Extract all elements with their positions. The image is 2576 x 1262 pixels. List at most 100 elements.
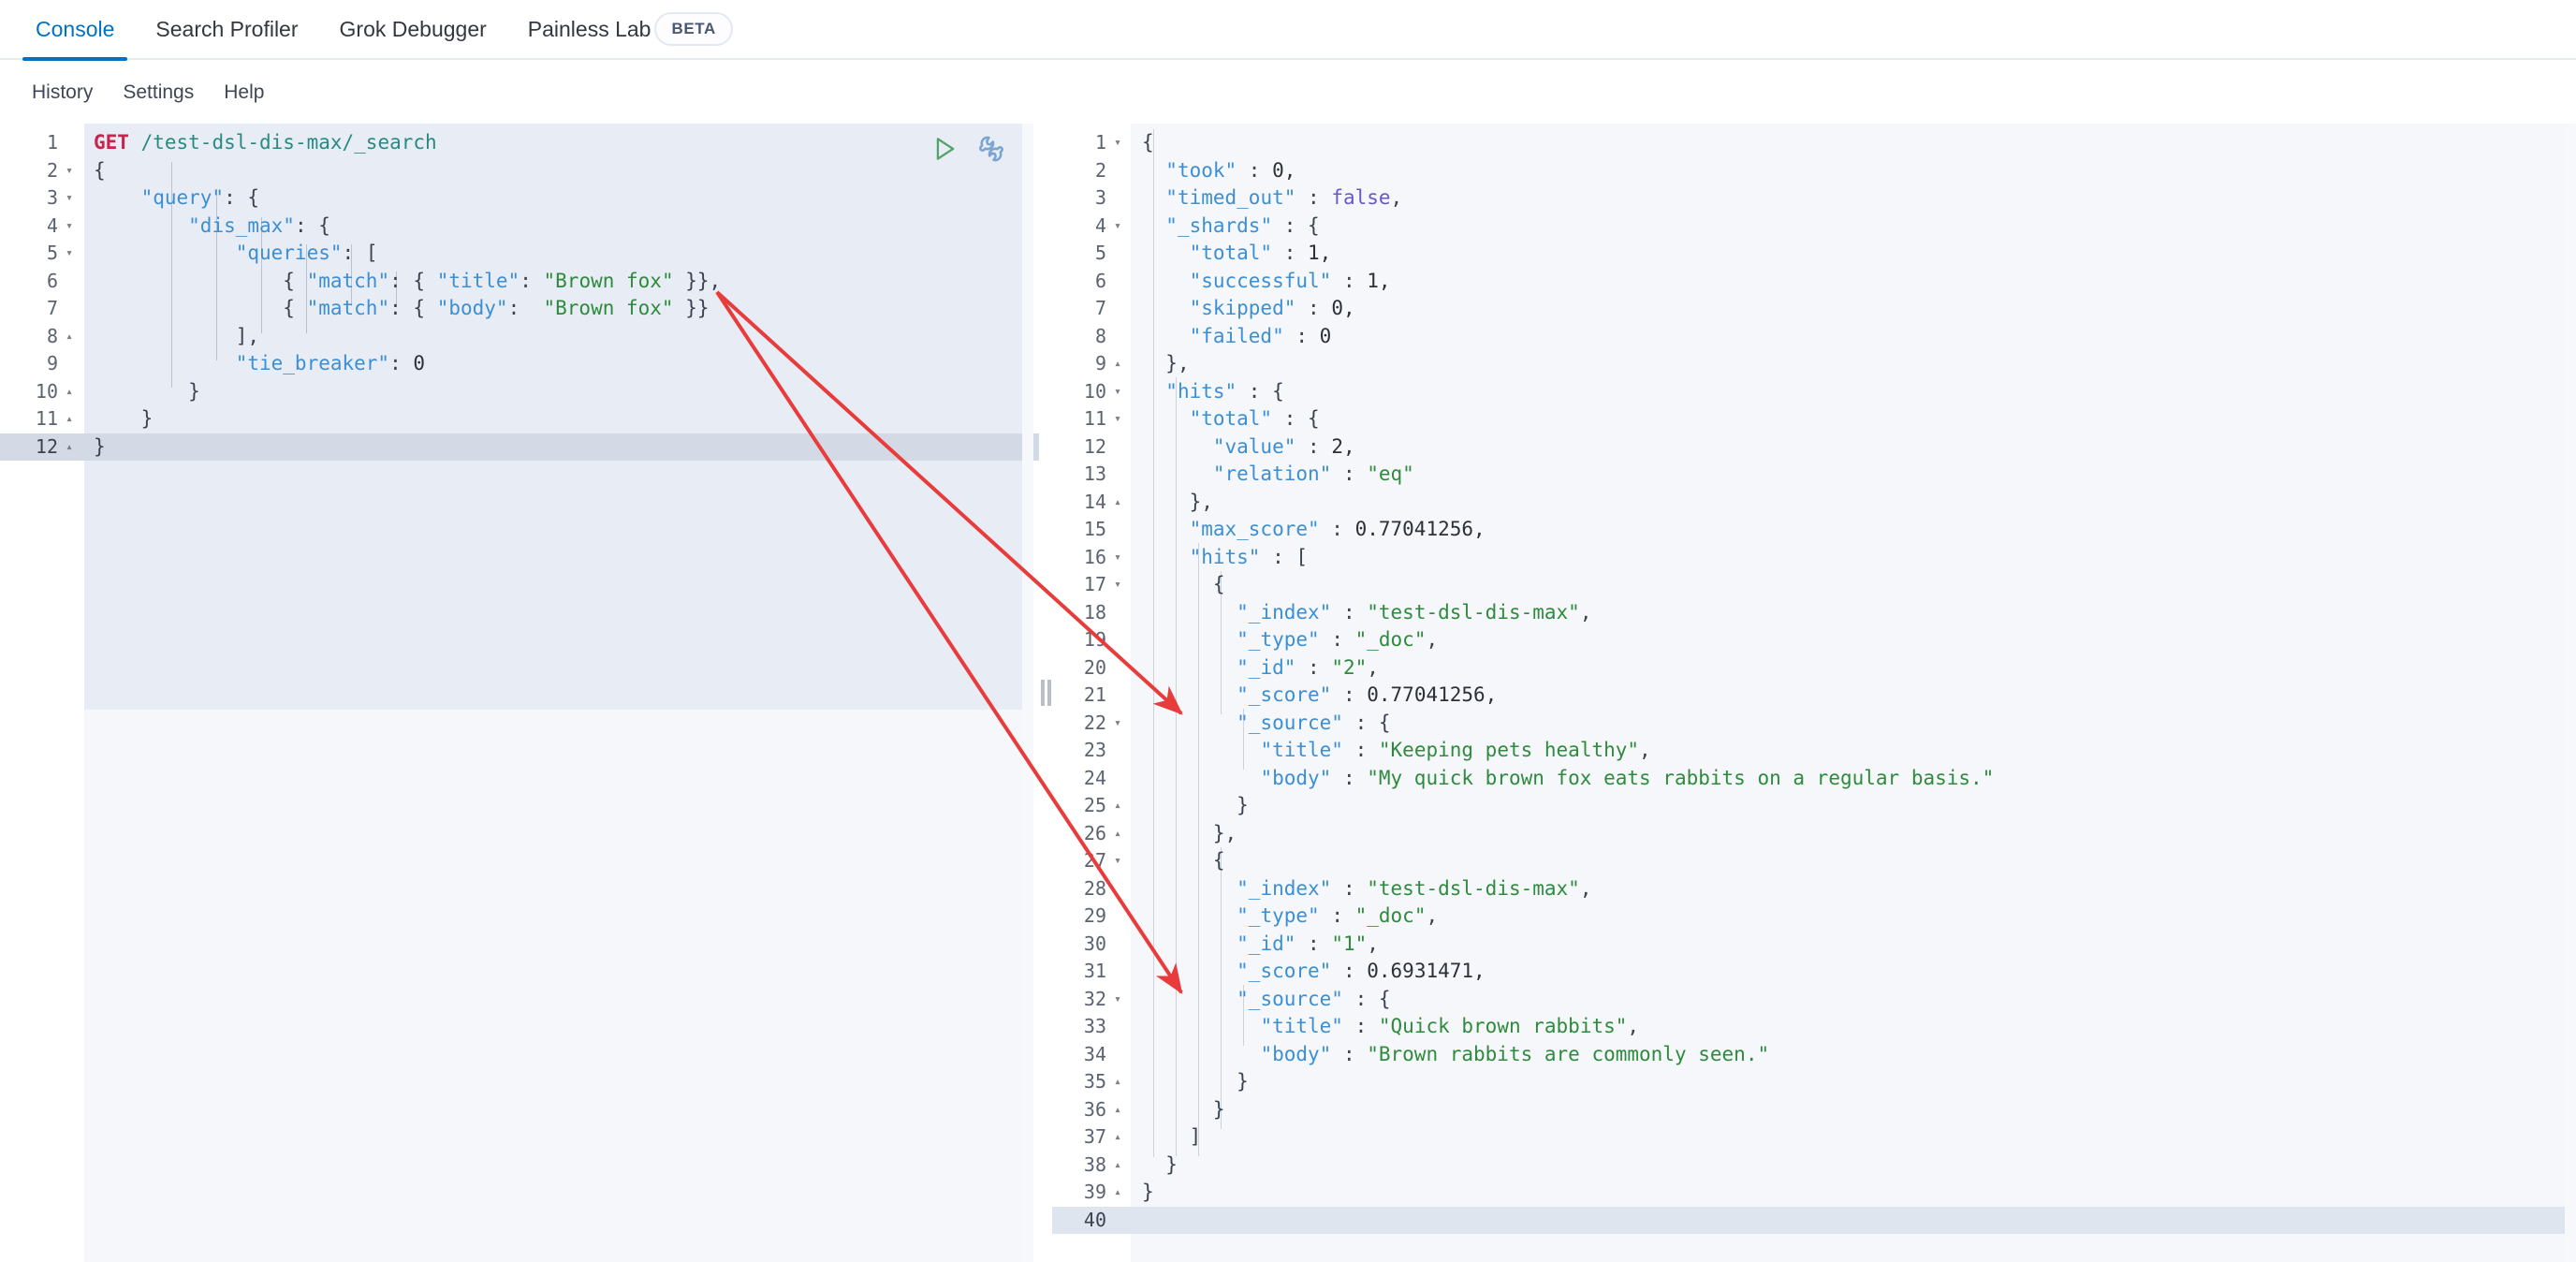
code-line[interactable]: 11 ▴ } [0,405,1039,433]
code-line[interactable]: 31 "_score" : 0.6931471, [1052,958,2576,986]
response-editor[interactable]: 1 ▾{2 "took" : 0, 3 "timed_out" : false, 4 ▾… [1052,124,2576,1262]
code-line[interactable]: 3 "timed_out" : false, [1052,184,2576,213]
code-line[interactable]: 33 "title" : "Quick brown rabbits", [1052,1013,2576,1041]
code-line[interactable]: 9 ▴ }, [1052,350,2576,378]
code-line[interactable]: 8 ▴ ], [0,323,1039,351]
code-line-text: "_index" : "test-dsl-dis-max", [1237,876,1592,900]
code-line[interactable]: 4 ▾ "dis_max": { [0,213,1039,241]
fold-close-icon[interactable]: ▴ [1108,1152,1127,1180]
fold-open-icon[interactable]: ▾ [60,184,79,213]
code-line[interactable]: 15 "max_score" : 0.77041256, [1052,516,2576,544]
code-line-text: "value" : 2, [1212,434,1355,458]
fold-open-icon[interactable]: ▾ [1108,129,1127,157]
tab-search-profiler[interactable]: Search Profiler [135,0,318,59]
tab-painless-lab[interactable]: Painless Lab BETA [507,0,754,59]
code-line[interactable]: 13 "relation" : "eq" [1052,461,2576,489]
fold-open-icon[interactable]: ▾ [60,213,79,241]
code-line[interactable]: 21 "_score" : 0.77041256, [1052,682,2576,710]
code-line[interactable]: 34 "body" : "Brown rabbits are commonly … [1052,1041,2576,1069]
request-editor[interactable]: 1 GET /test-dsl-dis-max/_search 2 ▾{3 ▾ "que… [0,124,1039,1262]
code-line[interactable]: 12 "value" : 2, [1052,433,2576,462]
code-line[interactable]: 8 "failed" : 0 [1052,323,2576,351]
code-line[interactable]: 37 ▴ ] [1052,1123,2576,1152]
fold-open-icon[interactable]: ▾ [1108,544,1127,572]
nav-item-settings[interactable]: Settings [108,81,209,104]
code-line[interactable]: 38 ▴ } [1052,1152,2576,1180]
code-line[interactable]: 5 "total" : 1, [1052,240,2576,268]
code-line[interactable]: 22 ▾ "_source" : { [1052,710,2576,738]
code-line[interactable]: 12 ▴} [0,433,1039,462]
code-line[interactable]: 19 "_type" : "_doc", [1052,626,2576,654]
request-vertical-scrollbar[interactable] [1022,124,1033,1262]
code-line[interactable]: 40 [1052,1206,2576,1234]
tab-grok-debugger[interactable]: Grok Debugger [319,0,507,59]
code-line[interactable]: 26 ▴ }, [1052,820,2576,848]
code-line[interactable]: 30 "_id" : "1", [1052,931,2576,959]
tab-console[interactable]: Console [15,0,135,61]
code-line[interactable]: 6 { "match": { "title": "Brown fox" }}, [0,268,1039,296]
code-line[interactable]: 23 "title" : "Keeping pets healthy", [1052,737,2576,765]
code-line[interactable]: 32 ▾ "_source" : { [1052,986,2576,1014]
code-line[interactable]: 2 ▾ { [0,157,1039,185]
fold-open-icon[interactable]: ▾ [1108,405,1127,433]
code-line[interactable]: 4 ▾ "_shards" : { [1052,213,2576,241]
code-line[interactable]: 2 "took" : 0, [1052,157,2576,185]
code-line[interactable]: 11 ▾ "total" : { [1052,405,2576,433]
fold-close-icon[interactable]: ▴ [1108,489,1127,517]
request-lines: 1 GET /test-dsl-dis-max/_search 2 ▾{3 ▾ "que… [0,129,1039,461]
code-line[interactable]: 36 ▴ } [1052,1096,2576,1124]
fold-open-icon[interactable]: ▾ [1108,986,1127,1014]
code-line[interactable]: 39 ▴} [1052,1179,2576,1207]
wrench-icon[interactable] [975,133,1007,165]
code-line[interactable]: 20 "_id" : "2", [1052,654,2576,682]
fold-close-icon[interactable]: ▴ [60,405,79,433]
code-line[interactable]: 24 "body" : "My quick brown fox eats rab… [1052,765,2576,793]
code-line[interactable]: 10 ▴ } [0,378,1039,406]
pane-splitter-handle[interactable] [1039,124,1052,1262]
fold-close-icon[interactable]: ▴ [60,323,79,351]
code-line[interactable]: 17 ▾ { [1052,571,2576,599]
code-line[interactable]: 1 ▾ { [1052,129,2576,157]
code-line-text: "queries": [ [235,242,378,264]
fold-close-icon[interactable]: ▴ [1108,1123,1127,1152]
fold-open-icon[interactable]: ▾ [1108,710,1127,738]
code-line[interactable]: 27 ▾ { [1052,847,2576,875]
fold-open-icon[interactable]: ▾ [60,240,79,268]
code-line[interactable]: 5 ▾ "queries": [ [0,240,1039,268]
code-line[interactable]: 18 "_index" : "test-dsl-dis-max", [1052,599,2576,627]
line-number: 31 [1083,960,1106,982]
fold-close-icon[interactable]: ▴ [1108,792,1127,820]
fold-open-icon[interactable]: ▾ [1108,847,1127,875]
nav-item-history[interactable]: History [17,81,108,104]
code-line[interactable]: 7 "skipped" : 0, [1052,295,2576,323]
code-line[interactable]: 7 { "match": { "body": "Brown fox" }} [0,295,1039,323]
fold-open-icon[interactable]: ▾ [60,157,79,185]
fold-close-icon[interactable]: ▴ [1108,820,1127,848]
code-line[interactable]: 29 "_type" : "_doc", [1052,902,2576,931]
nav-item-help[interactable]: Help [209,81,279,104]
fold-close-icon[interactable]: ▴ [1108,1068,1127,1096]
code-line[interactable]: 1 GET /test-dsl-dis-max/_search [0,129,1039,157]
code-line[interactable]: 25 ▴ } [1052,792,2576,820]
fold-close-icon[interactable]: ▴ [1108,1096,1127,1124]
response-vertical-scrollbar[interactable] [2565,124,2576,1262]
line-number: 4 [46,213,58,237]
send-request-play-icon[interactable] [929,133,960,165]
fold-close-icon[interactable]: ▴ [1108,1179,1127,1207]
code-line[interactable]: 16 ▾ "hits" : [ [1052,544,2576,572]
code-line-text: "max_score" : 0.77041256, [1189,518,1486,540]
fold-open-icon[interactable]: ▾ [1108,571,1127,599]
code-line[interactable]: 6 "successful" : 1, [1052,268,2576,296]
code-line[interactable]: 10 ▾ "hits" : { [1052,378,2576,406]
code-line[interactable]: 35 ▴ } [1052,1068,2576,1096]
fold-close-icon[interactable]: ▴ [1108,350,1127,378]
fold-open-icon[interactable]: ▾ [1108,378,1127,406]
fold-open-icon[interactable]: ▾ [1108,213,1127,241]
line-number: 27 [1083,849,1106,872]
code-line[interactable]: 28 "_index" : "test-dsl-dis-max", [1052,875,2576,903]
fold-close-icon[interactable]: ▴ [60,378,79,406]
fold-close-icon[interactable]: ▴ [60,433,79,462]
code-line[interactable]: 14 ▴ }, [1052,489,2576,517]
code-line[interactable]: 9 "tie_breaker": 0 [0,350,1039,378]
code-line[interactable]: 3 ▾ "query": { [0,184,1039,213]
